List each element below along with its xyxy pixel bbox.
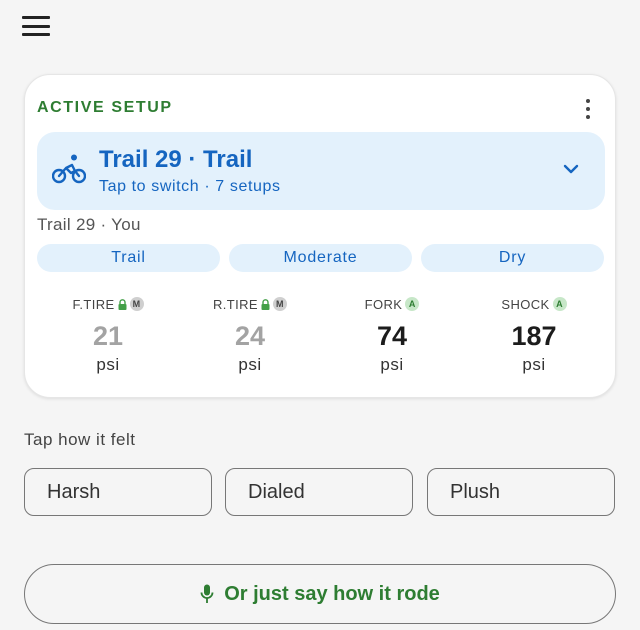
feel-plush-button[interactable]: Plush bbox=[427, 468, 615, 516]
lock-icon bbox=[261, 298, 270, 310]
stat-rear-tire[interactable]: R.TIRE M 24 psi bbox=[179, 296, 321, 375]
microphone-icon bbox=[200, 584, 214, 603]
chevron-down-icon bbox=[563, 164, 579, 174]
stat-value: 24 bbox=[234, 321, 266, 351]
setup-owner-line: Trail 29 · You bbox=[37, 215, 141, 234]
stat-unit: psi bbox=[238, 355, 262, 374]
setup-switcher[interactable]: Trail 29 · Trail Tap to switch · 7 setup… bbox=[37, 132, 605, 210]
stat-unit: psi bbox=[96, 355, 120, 374]
mode-badge: A bbox=[552, 297, 567, 311]
stat-label: SHOCK bbox=[501, 296, 550, 312]
stat-value: 21 bbox=[92, 321, 124, 351]
bicycle-icon bbox=[52, 154, 86, 184]
stat-front-tire[interactable]: F.TIRE M 21 psi bbox=[37, 296, 179, 375]
chip-moderate[interactable]: Moderate bbox=[229, 244, 412, 272]
chip-dry[interactable]: Dry bbox=[421, 244, 604, 272]
mode-badge: M bbox=[273, 297, 287, 311]
card-title: ACTIVE SETUP bbox=[37, 99, 173, 116]
stat-shock[interactable]: SHOCK A 187 psi bbox=[463, 296, 605, 375]
feel-prompt: Tap how it felt bbox=[24, 430, 136, 449]
mode-badge: A bbox=[405, 297, 420, 311]
stat-fork[interactable]: FORK A 74 psi bbox=[321, 296, 463, 375]
stat-unit: psi bbox=[522, 355, 546, 374]
feel-harsh-button[interactable]: Harsh bbox=[24, 468, 212, 516]
mode-badge: M bbox=[129, 297, 144, 311]
chip-trail[interactable]: Trail bbox=[37, 244, 220, 272]
stat-value: 74 bbox=[376, 321, 408, 351]
more-vertical-icon[interactable] bbox=[583, 99, 593, 119]
setup-name: Trail 29 · Trail bbox=[99, 146, 253, 173]
voice-label: Or just say how it rode bbox=[224, 582, 440, 605]
stat-label: FORK bbox=[364, 296, 403, 312]
stat-value: 187 bbox=[511, 321, 557, 351]
hamburger-menu-icon[interactable] bbox=[22, 16, 50, 36]
voice-input-button[interactable]: Or just say how it rode bbox=[24, 564, 616, 624]
setup-switch-hint: Tap to switch · 7 setups bbox=[99, 178, 281, 195]
active-setup-card: ACTIVE SETUP Trail 29 · Trail Tap to swi… bbox=[24, 74, 616, 398]
stat-unit: psi bbox=[380, 355, 404, 374]
stat-label: F.TIRE bbox=[72, 296, 115, 312]
lock-icon bbox=[118, 298, 127, 310]
feel-dialed-button[interactable]: Dialed bbox=[225, 468, 413, 516]
stat-label: R.TIRE bbox=[212, 296, 258, 312]
